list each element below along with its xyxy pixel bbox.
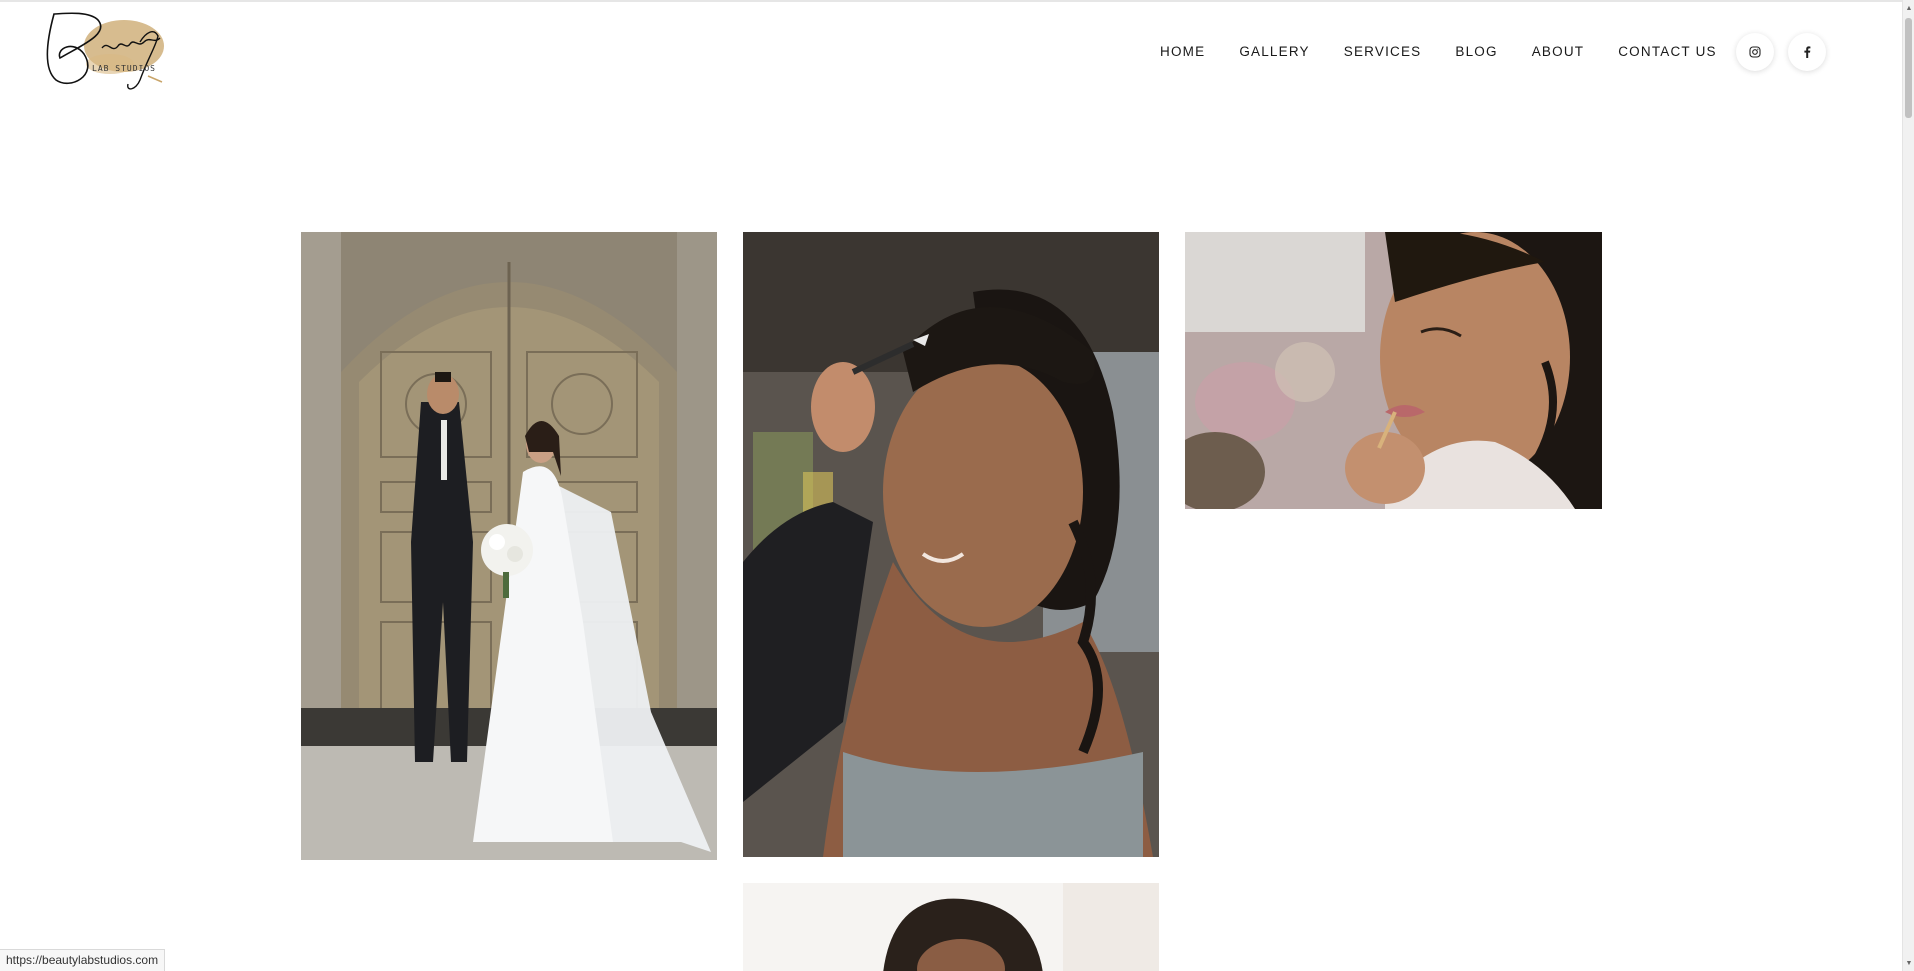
nav-home-link[interactable]: HOME [1160, 42, 1205, 62]
site-logo[interactable]: LAB STUDIOS [40, 6, 205, 102]
scroll-up-arrow-icon[interactable]: ▲ [1904, 3, 1914, 13]
gallery-image-lip-application[interactable] [1185, 232, 1602, 509]
main-navigation: HOME GALLERY SERVICES BLOG ABOUT CONTACT… [1160, 42, 1751, 62]
logo-mark-icon [46, 12, 164, 90]
instagram-button[interactable] [1736, 33, 1774, 71]
nav-blog-link[interactable]: BLOG [1455, 42, 1497, 62]
lip-photo-image [1185, 232, 1602, 509]
gallery-image-portrait-partial[interactable] [743, 883, 1159, 971]
scroll-down-arrow-icon[interactable]: ▼ [1904, 958, 1914, 968]
gallery-image-wedding-couple[interactable] [301, 232, 717, 860]
page-scrollbar[interactable]: ▲ ▼ [1902, 0, 1914, 971]
makeup-photo-image [743, 232, 1159, 857]
logo-subtitle: LAB STUDIOS [92, 64, 156, 73]
nav-services-link[interactable]: SERVICES [1344, 42, 1422, 62]
instagram-icon [1749, 46, 1761, 58]
facebook-icon [1804, 46, 1811, 58]
portrait-photo-image [743, 883, 1159, 971]
status-bar-url: https://beautylabstudios.com [0, 949, 166, 971]
scroll-thumb[interactable] [1905, 18, 1912, 118]
nav-about-link[interactable]: ABOUT [1532, 42, 1585, 62]
wedding-photo-image [301, 232, 717, 860]
facebook-button[interactable] [1788, 33, 1826, 71]
site-header: LAB STUDIOS HOME GALLERY SERVICES BLOG A… [0, 2, 1902, 112]
nav-gallery-link[interactable]: GALLERY [1239, 42, 1309, 62]
gallery-image-makeup-application[interactable] [743, 232, 1159, 857]
nav-contact-link[interactable]: CONTACT US [1618, 42, 1717, 62]
